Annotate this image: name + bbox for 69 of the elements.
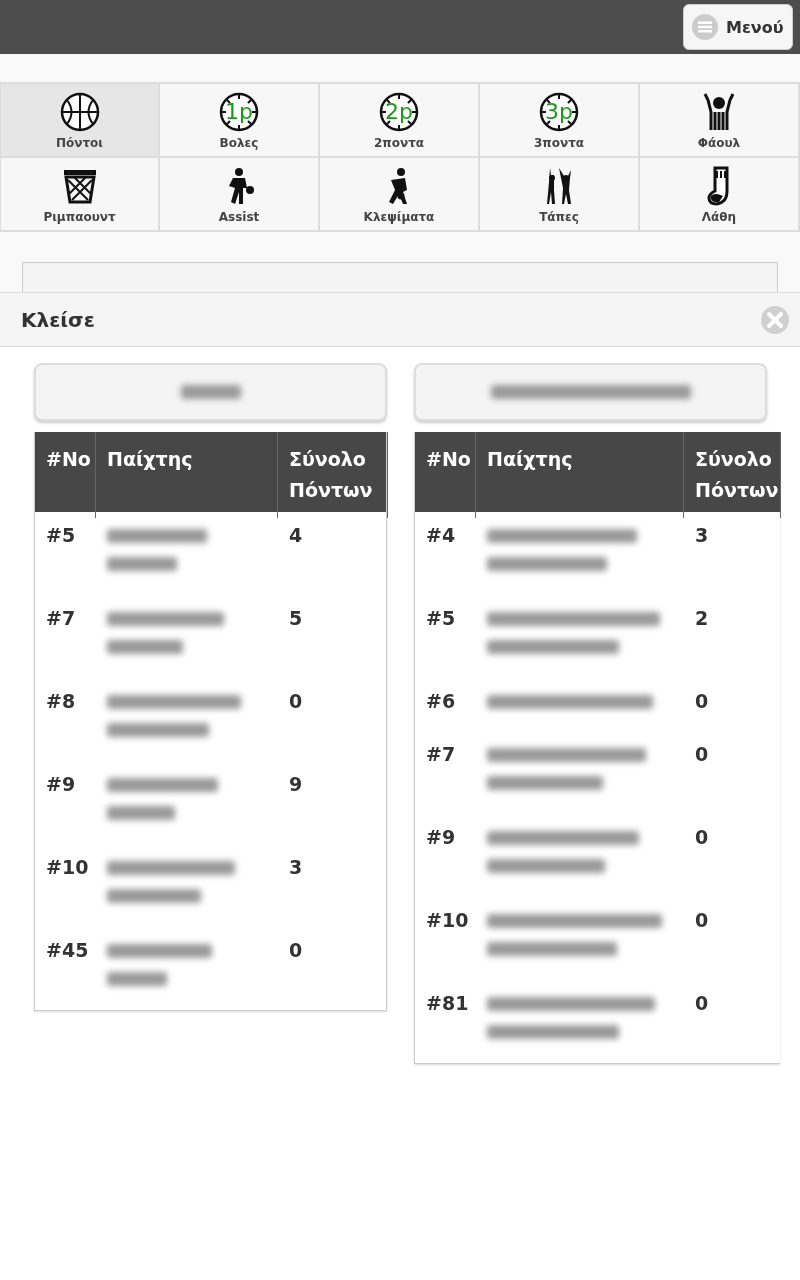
stopwatch-icon xyxy=(379,92,419,132)
table-cell-text: 0 xyxy=(694,690,710,714)
badge-text: 1p xyxy=(225,98,253,126)
table-cell-text: 0 xyxy=(694,992,710,1016)
table-cell-text: 2 xyxy=(694,607,710,631)
table-cell-text: 3 xyxy=(694,524,710,548)
category-label: Τάπες xyxy=(539,210,579,224)
team-button[interactable] xyxy=(414,363,767,421)
category-label: Βολες xyxy=(219,136,259,150)
table-cell-text: #45 xyxy=(45,939,90,963)
table-cell-text: 0 xyxy=(694,743,710,767)
badge-text: 2p xyxy=(385,98,413,126)
menu-icon xyxy=(692,14,718,40)
category-tab[interactable]: Τάπες xyxy=(480,158,640,232)
blurred-text xyxy=(107,972,167,986)
table-cell-text: 5 xyxy=(288,607,304,631)
category-tab[interactable]: Πόντοι xyxy=(0,84,160,158)
table-cell-text: #8 xyxy=(45,690,77,714)
category-label: 3ποντα xyxy=(533,136,585,150)
category-label: Λάθη xyxy=(701,210,737,224)
team-button[interactable] xyxy=(34,363,387,421)
blurred-text xyxy=(107,557,177,571)
blurred-text xyxy=(107,806,175,820)
column-header: Σύνολο Πόντων xyxy=(684,432,781,518)
category-label: Φάουλ xyxy=(697,136,741,150)
table-cell-text: #81 xyxy=(425,992,470,1016)
table-cell-text: #4 xyxy=(425,524,457,548)
column-header: Παίχτης xyxy=(96,432,278,518)
category-tab[interactable]: Assist xyxy=(160,158,320,232)
category-tab[interactable]: 2p 2ποντα xyxy=(320,84,480,158)
table-cell-text: #10 xyxy=(425,909,470,933)
table-cell-text: 0 xyxy=(288,939,304,963)
category-label: 2ποντα xyxy=(373,136,425,150)
table-cell-text: 0 xyxy=(288,690,304,714)
stopwatch-icon xyxy=(219,92,259,132)
category-tab[interactable]: Φάουλ xyxy=(640,84,800,158)
column-header: Παίχτης xyxy=(476,432,684,518)
close-label[interactable]: Κλείσε xyxy=(21,307,95,332)
category-label: Κλεψίματα xyxy=(363,210,435,224)
category-label: Ριμπαουντ xyxy=(43,210,116,224)
category-label: Πόντοι xyxy=(55,136,103,150)
close-icon[interactable] xyxy=(760,304,790,335)
stopwatch-icon xyxy=(539,92,579,132)
column-header: #No xyxy=(415,432,476,518)
table-cell-text: #6 xyxy=(425,690,457,714)
table-cell-text: 3 xyxy=(288,856,304,880)
category-tab[interactable]: 3p 3ποντα xyxy=(480,84,640,158)
category-label: Assist xyxy=(218,210,260,224)
table-cell-text: #7 xyxy=(425,743,457,767)
table-cell-text: 9 xyxy=(288,773,304,797)
column-header: #No xyxy=(35,432,96,518)
table-cell-text: 0 xyxy=(694,826,710,850)
category-tab[interactable]: Κλεψίματα xyxy=(320,158,480,232)
badge-text: 3p xyxy=(545,98,573,126)
table-cell-text: 0 xyxy=(694,909,710,933)
category-tab[interactable]: Λάθη xyxy=(640,158,800,232)
blurred-text xyxy=(180,385,241,399)
category-tab[interactable]: 1p Βολες xyxy=(160,84,320,158)
table-cell-text: #9 xyxy=(425,826,457,850)
table-cell-text: #5 xyxy=(45,524,77,548)
menu-button[interactable]: Μενού xyxy=(683,4,793,50)
table-cell-text: #10 xyxy=(45,856,90,880)
table-cell-text: 4 xyxy=(288,524,304,548)
table-cell-text: #7 xyxy=(45,607,77,631)
ball-icon xyxy=(59,92,100,132)
category-tab[interactable]: Ριμπαουντ xyxy=(0,158,160,232)
column-header: Σύνολο Πόντων xyxy=(278,432,388,518)
table-cell-text: #5 xyxy=(425,607,457,631)
table-cell-text: #9 xyxy=(45,773,77,797)
